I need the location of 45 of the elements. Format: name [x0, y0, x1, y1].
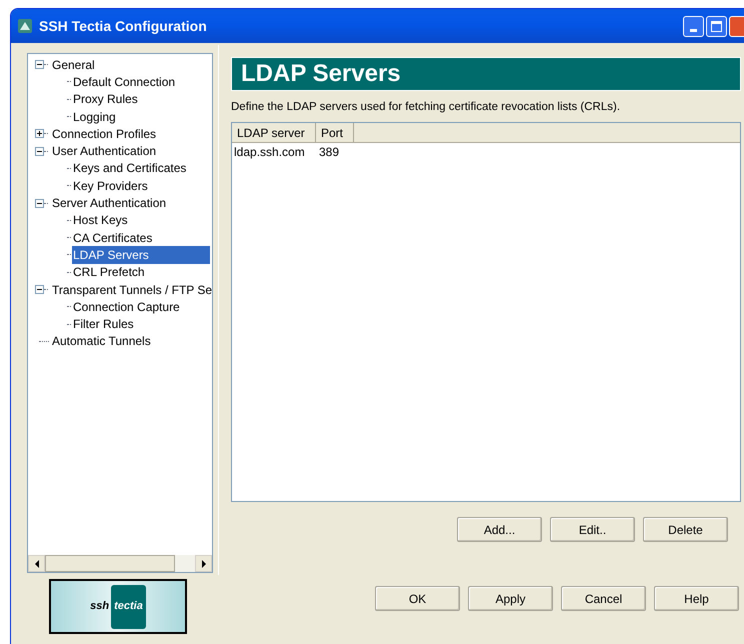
- tree-item[interactable]: CA Certificates: [72, 228, 154, 247]
- maximize-button[interactable]: [706, 16, 727, 36]
- dialog-button[interactable]: Help: [654, 586, 739, 612]
- dialog-button[interactable]: Add...: [457, 517, 542, 542]
- dialog-button[interactable]: Cancel: [561, 586, 646, 612]
- logo: ssh tectia: [49, 579, 187, 634]
- page-header: LDAP Servers: [231, 57, 741, 91]
- app-icon: [17, 18, 33, 34]
- column-header[interactable]: LDAP server: [232, 123, 316, 142]
- dialog-button[interactable]: OK: [375, 586, 460, 612]
- dialog-button[interactable]: Delete: [643, 517, 728, 542]
- close-button[interactable]: [729, 16, 744, 36]
- description: Define the LDAP servers used for fetching certificate revocation lists (CRLs).: [231, 100, 622, 115]
- collapse-icon[interactable]: [35, 146, 44, 156]
- tree-item[interactable]: Connection Capture: [72, 298, 181, 316]
- tree-item[interactable]: CRL Prefetch: [72, 263, 146, 282]
- window-title: SSH Tectia Configuration: [39, 16, 207, 36]
- tree-item[interactable]: Server Authentication: [51, 194, 168, 212]
- tree-item[interactable]: Filter Rules: [72, 315, 135, 334]
- scroll-right-icon[interactable]: [195, 555, 212, 572]
- dialog-button[interactable]: Edit..: [550, 517, 635, 542]
- tree-item[interactable]: Key Providers: [72, 176, 149, 195]
- tree-item[interactable]: LDAP Servers: [72, 246, 210, 264]
- horizontal-scrollbar[interactable]: [28, 555, 212, 572]
- tree-item[interactable]: Transparent Tunnels / FTP Se: [51, 280, 212, 299]
- tree-item[interactable]: Keys and Certificates: [72, 159, 188, 178]
- tree-item[interactable]: Logging: [72, 108, 117, 126]
- tree-item[interactable]: Connection Profiles: [51, 124, 158, 143]
- table-cell-text: 389: [318, 144, 340, 161]
- collapse-icon[interactable]: [35, 285, 44, 294]
- collapse-icon[interactable]: [35, 60, 44, 70]
- tree-item[interactable]: User Authentication: [51, 142, 158, 160]
- scroll-thumb[interactable]: [45, 555, 175, 572]
- dialog-button[interactable]: Apply: [468, 586, 553, 612]
- tree-item[interactable]: Host Keys: [72, 211, 129, 230]
- tree-item[interactable]: Default Connection: [72, 72, 176, 91]
- expand-icon[interactable]: [35, 129, 44, 138]
- scroll-left-icon[interactable]: [28, 555, 45, 572]
- tree-item[interactable]: Automatic Tunnels: [51, 332, 152, 350]
- table-cell-text: ldap.ssh.com: [233, 144, 306, 161]
- column-header[interactable]: Port: [316, 123, 354, 142]
- tree-item[interactable]: Proxy Rules: [72, 90, 139, 108]
- collapse-icon[interactable]: [35, 198, 44, 208]
- minimize-button[interactable]: [683, 16, 704, 36]
- tree-item[interactable]: General: [51, 56, 96, 74]
